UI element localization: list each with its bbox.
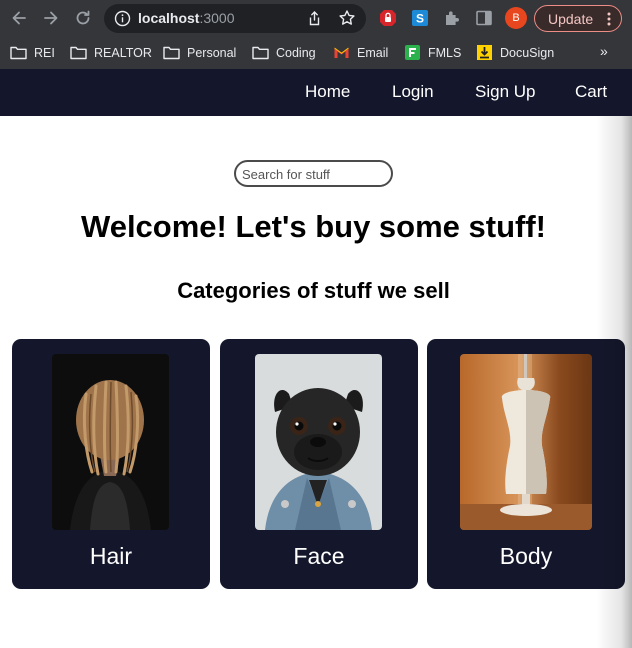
bookmark-label: REI xyxy=(34,46,55,60)
address-bar[interactable]: localhost:3000 xyxy=(104,4,366,33)
face-image xyxy=(255,354,382,530)
url-port: :3000 xyxy=(199,10,235,26)
nav-cart-link[interactable]: Cart xyxy=(575,82,607,102)
bookmark-label: DocuSign xyxy=(500,46,555,60)
category-label: Hair xyxy=(89,543,133,569)
s-extension-icon[interactable]: S xyxy=(411,9,429,27)
site-navbar: Home Login Sign Up Cart xyxy=(0,69,632,116)
bookmark-star-icon[interactable] xyxy=(338,9,356,27)
body-image xyxy=(460,354,592,530)
url-host: localhost xyxy=(138,10,200,26)
category-card-hair[interactable]: Hair xyxy=(12,339,210,589)
nav-signup-link[interactable]: Sign Up xyxy=(475,82,535,102)
viewport-edge-shadow xyxy=(596,116,632,648)
fmls-icon xyxy=(405,45,420,60)
bookmark-label: Personal xyxy=(187,46,237,60)
site-info-icon[interactable] xyxy=(114,10,131,27)
categories-heading: Categories of stuff we sell xyxy=(177,278,450,303)
bookmark-label: Coding xyxy=(276,46,316,60)
update-label: Update xyxy=(548,11,594,27)
nav-home-link[interactable]: Home xyxy=(305,82,350,102)
folder-icon xyxy=(252,46,269,60)
adblock-extension-icon[interactable] xyxy=(379,9,397,27)
bookmark-label: REALTOR xyxy=(94,46,152,60)
forward-icon[interactable] xyxy=(41,8,61,28)
url-text: localhost:3000 xyxy=(138,10,235,26)
side-panel-icon[interactable] xyxy=(475,9,493,27)
gmail-icon xyxy=(334,47,349,58)
folder-icon xyxy=(10,46,27,60)
svg-text:S: S xyxy=(416,12,424,26)
browser-chrome: localhost:3000 S B Update REI REALTOR Pe… xyxy=(0,0,632,69)
category-card-face[interactable]: Face xyxy=(220,339,418,589)
nav-login-link[interactable]: Login xyxy=(392,82,434,102)
update-button[interactable]: Update xyxy=(534,5,622,32)
docusign-icon xyxy=(477,45,492,60)
search-input[interactable] xyxy=(242,165,387,183)
bookmarks-bar: REI REALTOR Personal Coding Email FMLS D… xyxy=(0,37,632,69)
more-bookmarks-button[interactable]: » xyxy=(600,43,608,59)
extensions-puzzle-icon[interactable] xyxy=(443,9,461,27)
search-box[interactable] xyxy=(234,160,393,187)
folder-icon xyxy=(70,46,87,60)
reload-icon[interactable] xyxy=(73,8,93,28)
category-label: Face xyxy=(293,543,345,569)
share-icon[interactable] xyxy=(306,10,323,27)
welcome-heading: Welcome! Let's buy some stuff! xyxy=(81,209,546,244)
kebab-menu-icon[interactable] xyxy=(607,11,611,27)
folder-icon xyxy=(163,46,180,60)
hair-image xyxy=(52,354,169,530)
profile-avatar[interactable]: B xyxy=(505,7,527,29)
bookmark-label: FMLS xyxy=(428,46,462,60)
back-icon[interactable] xyxy=(9,8,29,28)
browser-toolbar: localhost:3000 S B Update xyxy=(0,0,632,37)
bookmark-label: Email xyxy=(357,46,389,60)
